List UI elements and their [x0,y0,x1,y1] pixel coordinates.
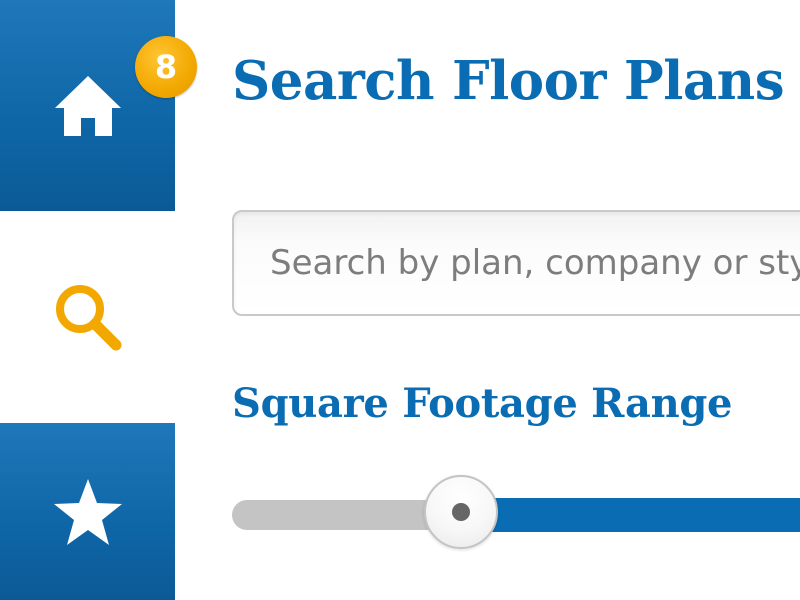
search-input[interactable] [234,212,800,314]
slider-track-filled[interactable] [460,498,800,532]
search-icon [52,281,124,353]
square-footage-slider[interactable] [232,470,800,560]
page-title: Search Floor Plans [232,50,785,112]
main-content: Search Floor Plans Square Footage Range [232,0,800,600]
search-box[interactable] [232,210,800,316]
slider-handle[interactable] [424,475,498,549]
home-icon [53,74,123,138]
sidebar-item-favorites[interactable] [0,423,175,600]
sidebar-item-home[interactable] [0,0,175,211]
square-footage-label: Square Footage Range [232,380,733,427]
sidebar: 8 [0,0,197,600]
slider-handle-grip [452,503,470,521]
sidebar-item-search[interactable] [0,211,175,423]
star-icon [53,478,123,546]
app: 8 Search Floor Plans Square Footage [0,0,800,600]
notification-badge: 8 [135,36,197,98]
